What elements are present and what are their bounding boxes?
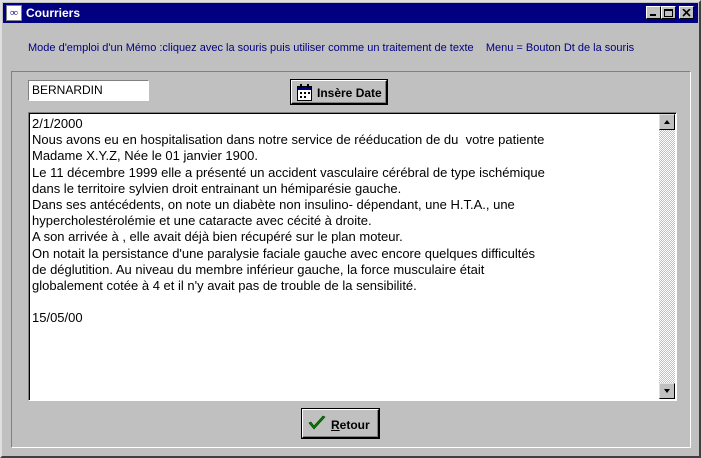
close-icon [682, 9, 691, 17]
back-button[interactable]: Retour [301, 408, 380, 439]
back-label: Retour [331, 418, 370, 432]
scroll-up-button[interactable] [659, 114, 675, 130]
memo-textarea[interactable]: 2/1/2000 Nous avons eu en hospitalisatio… [28, 112, 677, 401]
maximize-button[interactable] [661, 6, 676, 19]
stethoscope-app-icon[interactable]: ∞ [6, 5, 22, 21]
minimize-icon [650, 14, 656, 16]
title-bar[interactable]: ∞ Courriers [3, 3, 698, 23]
insert-date-button[interactable]: Insère Date [290, 79, 388, 105]
close-button[interactable] [679, 6, 694, 19]
arrow-down-icon [664, 389, 670, 393]
back-label-rest: etour [339, 418, 370, 432]
insert-date-label: Insère Date [317, 86, 382, 100]
courriers-window: ∞ Courriers Mode d'emploi d'un Mémo :cli… [0, 0, 701, 458]
memo-text[interactable]: 2/1/2000 Nous avons eu en hospitalisatio… [32, 116, 656, 396]
arrow-up-icon [664, 120, 670, 124]
green-check-icon [308, 415, 326, 430]
calendar-icon [297, 84, 312, 101]
patient-name-field[interactable]: BERNARDIN [28, 80, 149, 101]
maximize-icon [664, 9, 673, 17]
minimize-button[interactable] [646, 6, 661, 19]
usage-hint: Mode d'emploi d'un Mémo :cliquez avec la… [28, 42, 635, 54]
back-label-accel: R [331, 418, 340, 432]
vertical-scrollbar[interactable] [659, 114, 675, 399]
window-title: Courriers [26, 6, 81, 20]
scroll-down-button[interactable] [659, 383, 675, 399]
